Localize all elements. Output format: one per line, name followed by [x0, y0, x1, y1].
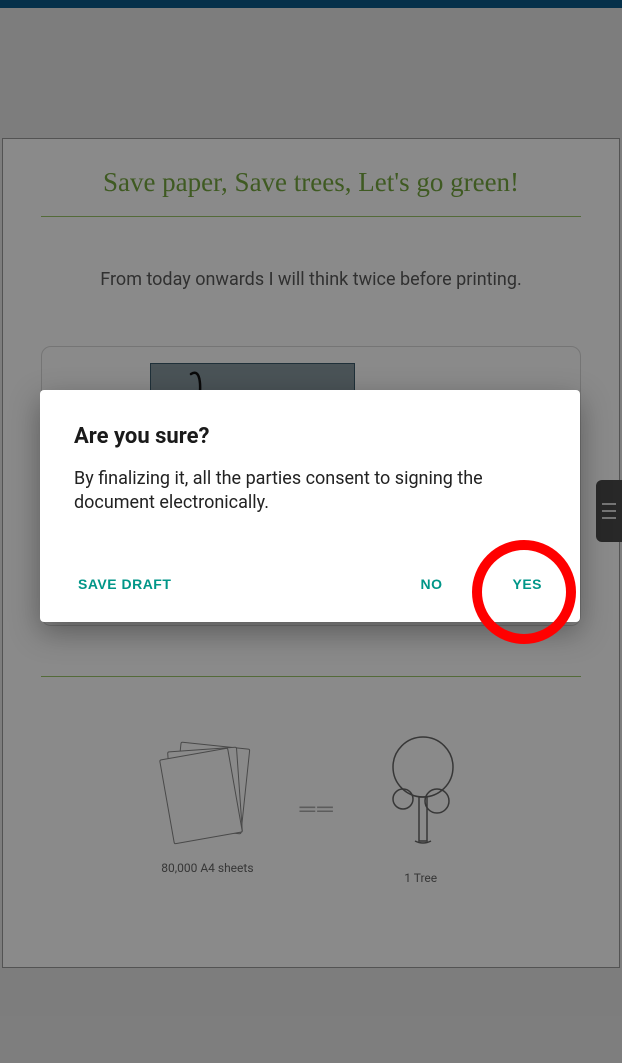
save-draft-button[interactable]: SAVE DRAFT [74, 570, 175, 598]
dialog-title: Are you sure? [74, 424, 546, 449]
yes-button[interactable]: YES [508, 570, 546, 598]
dialog-actions: SAVE DRAFT NO YES [74, 570, 546, 598]
confirm-dialog: Are you sure? By finalizing it, all the … [40, 390, 580, 622]
dialog-body: By finalizing it, all the parties consen… [74, 467, 546, 516]
no-button[interactable]: NO [416, 570, 446, 598]
